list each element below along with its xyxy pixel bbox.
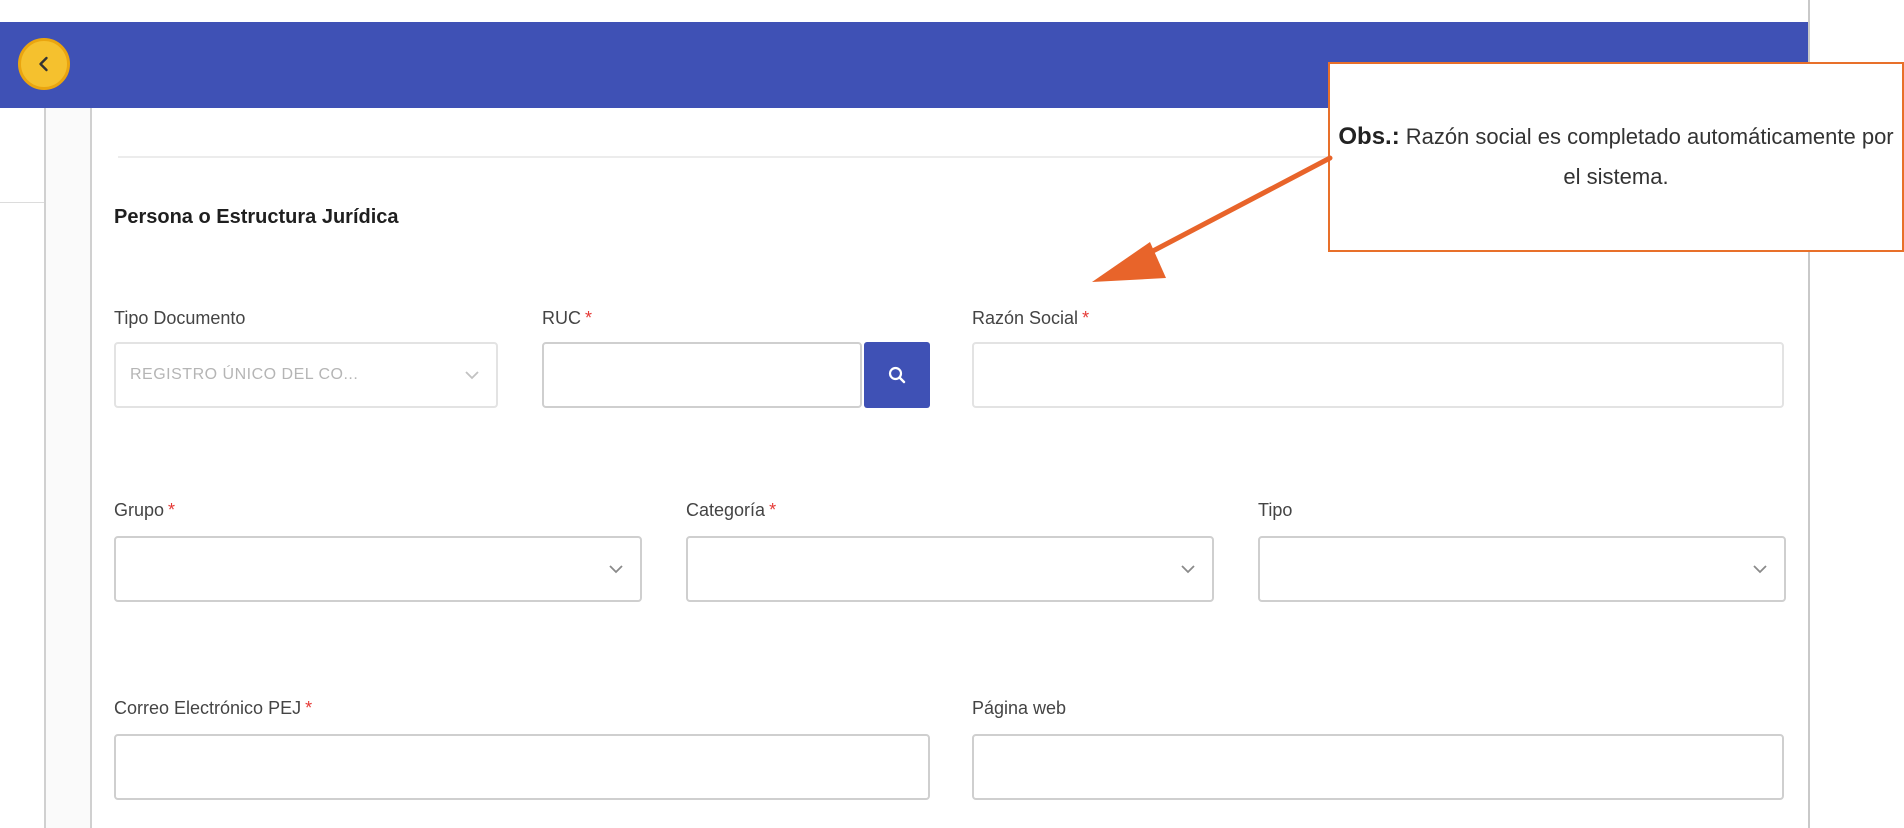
- pagina-web-label: Página web: [972, 698, 1067, 718]
- pagina-web-input[interactable]: [972, 734, 1784, 800]
- correo-label: Correo Electrónico PEJ *: [114, 698, 313, 718]
- chevron-down-icon: [1181, 565, 1195, 574]
- tipo-select[interactable]: [1258, 536, 1786, 602]
- categoria-label: Categoría *: [686, 500, 777, 520]
- razon-social-input[interactable]: [972, 342, 1784, 408]
- tipo-documento-value: REGISTRO ÚNICO DEL CO...: [130, 366, 359, 383]
- tipo-documento-select[interactable]: REGISTRO ÚNICO DEL CO...: [114, 342, 498, 408]
- callout-text: Razón social es completado automáticamen…: [1405, 124, 1894, 189]
- grupo-label: Grupo *: [114, 500, 176, 520]
- grupo-select[interactable]: [114, 536, 642, 602]
- annotation-callout: Obs.: Razón social es completado automáti…: [1328, 62, 1904, 252]
- ruc-search-button[interactable]: [864, 342, 930, 408]
- chevron-down-icon: [609, 565, 623, 574]
- chevron-down-icon: [465, 371, 479, 380]
- left-rail: [44, 108, 92, 828]
- search-icon: [888, 366, 906, 384]
- required-marker: *: [769, 500, 777, 520]
- required-marker: *: [1082, 308, 1090, 328]
- required-marker: *: [168, 500, 176, 520]
- chevron-down-icon: [1753, 565, 1767, 574]
- callout-prefix: Obs.:: [1338, 123, 1400, 150]
- required-marker: *: [585, 308, 593, 328]
- tipo-label: Tipo: [1258, 500, 1293, 520]
- ruc-input[interactable]: [542, 342, 862, 408]
- sidebar-divider: [0, 202, 44, 203]
- razon-social-label: Razón Social *: [972, 308, 1090, 328]
- correo-input[interactable]: [114, 734, 930, 800]
- section-title: Persona o Estructura Jurídica: [114, 206, 399, 228]
- back-button[interactable]: [18, 38, 70, 90]
- chevron-left-icon: [39, 56, 48, 72]
- required-marker: *: [305, 698, 313, 718]
- tipo-documento-label: Tipo Documento: [114, 308, 246, 328]
- categoria-select[interactable]: [686, 536, 1214, 602]
- ruc-label: RUC *: [542, 308, 593, 328]
